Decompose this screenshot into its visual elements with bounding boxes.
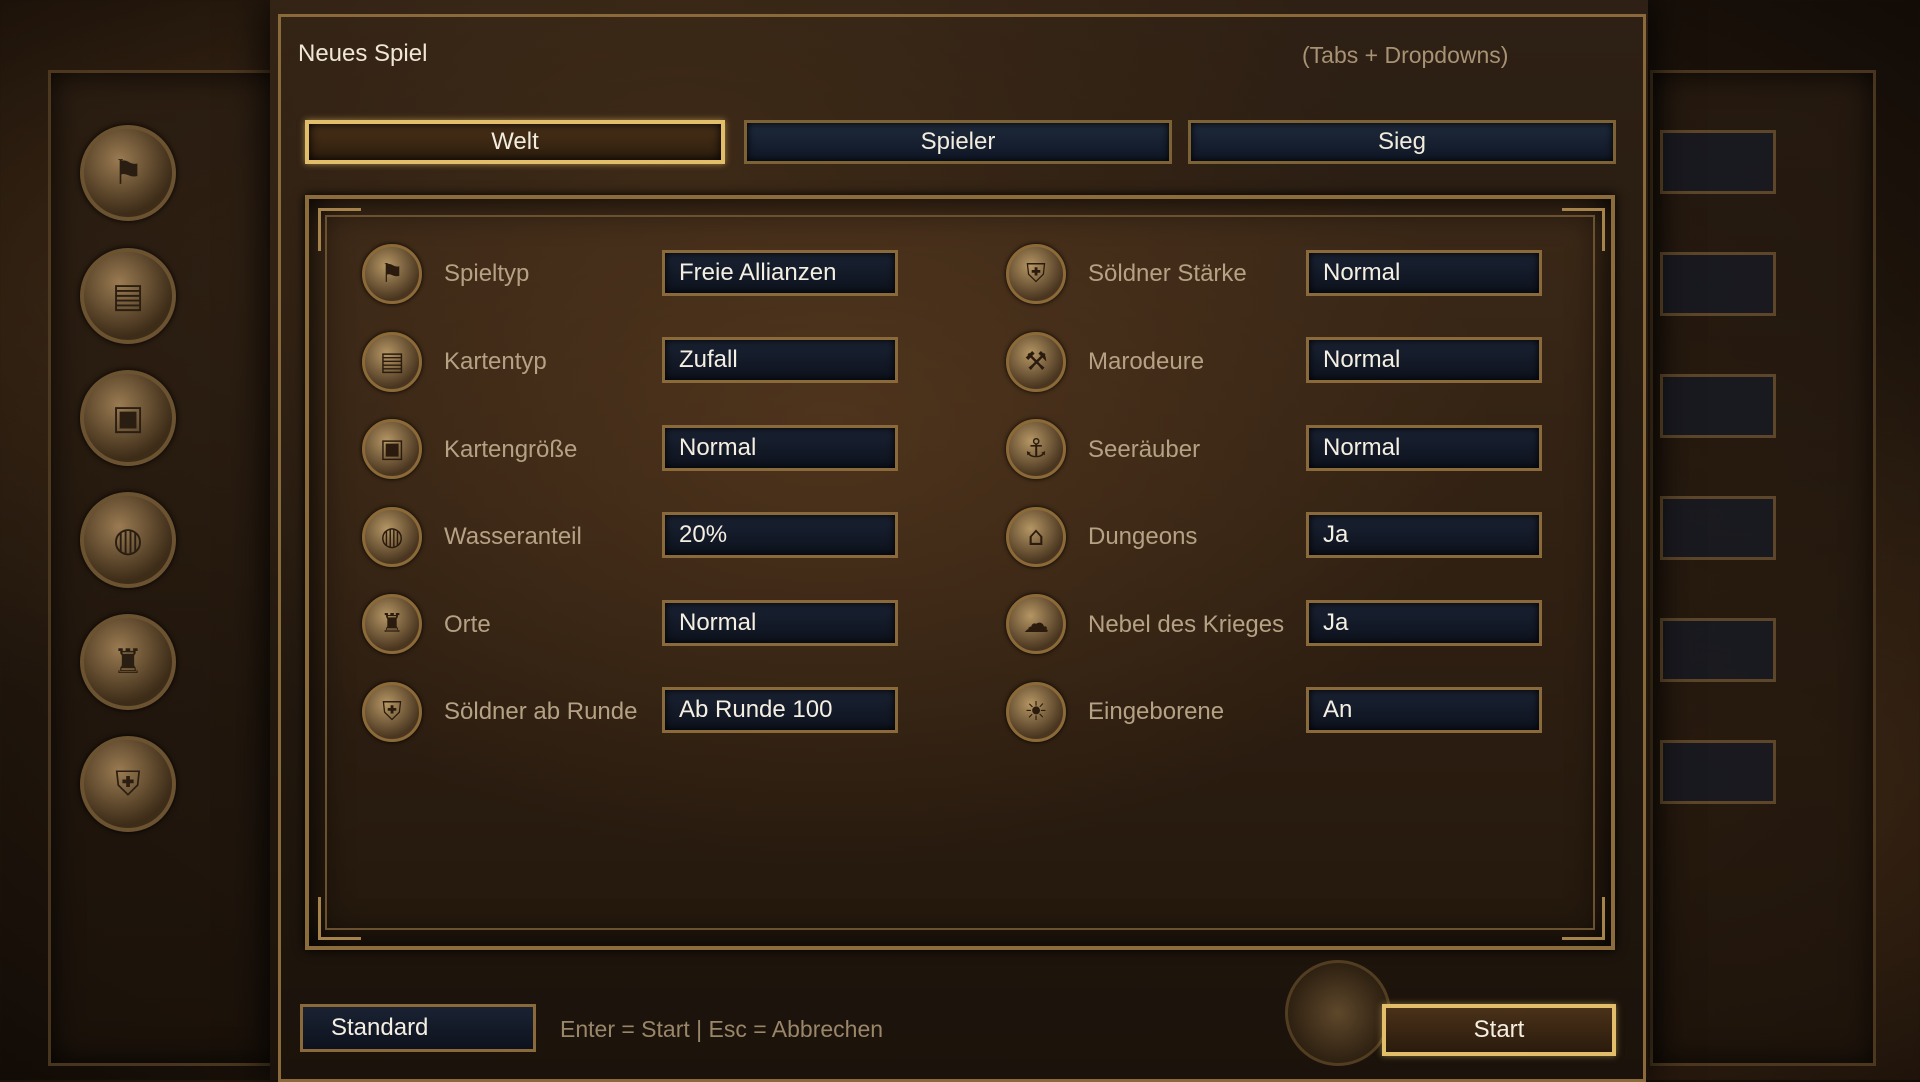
dropdown-eingeborene[interactable]: An	[1306, 687, 1542, 733]
map-frame-icon: ▣	[362, 419, 422, 479]
background-field	[1660, 618, 1776, 682]
island-icon: ◍	[362, 507, 422, 567]
label-nebel-des-krieges: Nebel des Krieges	[1088, 611, 1285, 638]
dropdown-wasseranteil[interactable]: 20%	[662, 512, 898, 558]
background-field	[1660, 496, 1776, 560]
label-kartentyp: Kartentyp	[444, 348, 547, 375]
dialog-title: Neues Spiel	[298, 40, 428, 67]
dialog-hint: (Tabs + Dropdowns)	[1302, 42, 1509, 68]
background-banner-icon: ⚑	[80, 125, 176, 221]
label-wasseranteil: Wasseranteil	[444, 523, 582, 550]
label-marodeure: Marodeure	[1088, 348, 1205, 375]
background-island-icon: ◍	[80, 492, 176, 588]
dropdown-dungeons[interactable]: Ja	[1306, 512, 1542, 558]
tab-sieg[interactable]: Sieg	[1188, 120, 1616, 164]
dropdown-seeraeuber[interactable]: Normal	[1306, 425, 1542, 471]
tab-label: Spieler	[920, 128, 996, 155]
tab-label: Welt	[491, 128, 539, 155]
label-dungeons: Dungeons	[1088, 523, 1198, 550]
compass-decoration-icon	[1285, 960, 1391, 1066]
label-kartengroesse: Kartengröße	[444, 436, 578, 463]
dungeon-gate-icon: ⌂	[1006, 507, 1066, 567]
dropdown-nebel-des-krieges[interactable]: Ja	[1306, 600, 1542, 646]
background-panel-left	[48, 70, 294, 1066]
label-eingeborene: Eingeborene	[1088, 698, 1225, 725]
dropdown-soeldner-staerke[interactable]: Normal	[1306, 250, 1542, 296]
label-soeldner-ab-runde: Söldner ab Runde	[444, 698, 638, 725]
background-field	[1660, 374, 1776, 438]
settings-panel	[305, 195, 1615, 950]
helmet-icon: ⛨	[1006, 244, 1066, 304]
standard-button[interactable]: Standard	[300, 1004, 536, 1052]
tab-welt[interactable]: Welt	[305, 120, 725, 164]
label-orte: Orte	[444, 611, 491, 638]
dropdown-spieltyp[interactable]: Freie Allianzen	[662, 250, 898, 296]
fog-icon: ☁	[1006, 594, 1066, 654]
dropdown-kartentyp[interactable]: Zufall	[662, 337, 898, 383]
dropdown-orte[interactable]: Normal	[662, 600, 898, 646]
background-map-frame-icon: ▣	[80, 370, 176, 466]
dropdown-kartengroesse[interactable]: Normal	[662, 425, 898, 471]
places-icon: ♜	[362, 594, 422, 654]
banner-icon: ⚑	[362, 244, 422, 304]
background-panel-right	[1650, 70, 1876, 1066]
dropdown-soeldner-ab-runde[interactable]: Ab Runde 100	[662, 687, 898, 733]
axe-icon: ⚒	[1006, 332, 1066, 392]
label-spieltyp: Spieltyp	[444, 260, 530, 287]
background-places-icon: ♜	[80, 614, 176, 710]
tab-label: Sieg	[1377, 128, 1427, 155]
background-field	[1660, 130, 1776, 194]
helmet-icon: ⛨	[362, 682, 422, 742]
tab-spieler[interactable]: Spieler	[744, 120, 1172, 164]
dropdown-marodeure[interactable]: Normal	[1306, 337, 1542, 383]
label-soeldner-staerke: Söldner Stärke	[1088, 260, 1247, 287]
anchor-icon: ⚓	[1006, 419, 1066, 479]
background-field	[1660, 252, 1776, 316]
background-field	[1660, 740, 1776, 804]
label-seeraeuber: Seeräuber	[1088, 436, 1201, 463]
start-button[interactable]: Start	[1382, 1004, 1616, 1056]
background-map-icon: ▤	[80, 248, 176, 344]
background-helmet-icon: ⛨	[80, 736, 176, 832]
natives-icon: ☀	[1006, 682, 1066, 742]
map-icon: ▤	[362, 332, 422, 392]
keyboard-hint: Enter = Start | Esc = Abbrechen	[560, 1016, 884, 1042]
